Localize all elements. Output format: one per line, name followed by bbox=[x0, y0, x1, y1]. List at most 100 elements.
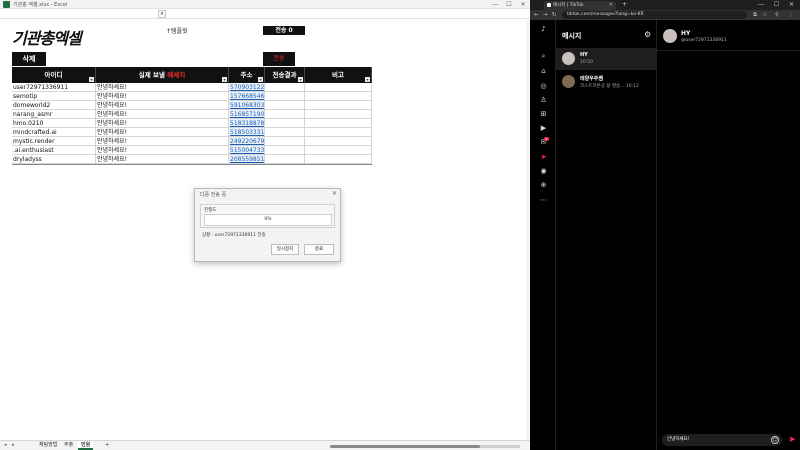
sheet-next-icon[interactable]: ▸ bbox=[12, 441, 15, 450]
url-input[interactable]: tiktok.com/messages?lang=ko-KR bbox=[562, 11, 747, 19]
column-header-message[interactable]: 실제 보낼 메세지 ▾ bbox=[96, 67, 229, 83]
browser-tab[interactable]: 메시지 | TikTok ✕ bbox=[544, 1, 616, 10]
cell-address[interactable]: 51685719042 bbox=[229, 110, 265, 118]
cell-id[interactable]: domeworld2 bbox=[12, 101, 96, 109]
cell-address[interactable]: 57090312208 bbox=[229, 83, 265, 91]
cell-address[interactable]: 24922067990 bbox=[229, 137, 265, 145]
column-header-result[interactable]: 전송결과 ▾ bbox=[265, 67, 305, 83]
cell-result[interactable] bbox=[265, 83, 305, 91]
add-sheet-icon[interactable]: + bbox=[102, 441, 112, 450]
cell-address[interactable]: 51850333189 bbox=[229, 128, 265, 136]
cell-result[interactable] bbox=[265, 110, 305, 118]
minimize-icon[interactable]: — bbox=[758, 0, 764, 10]
sheet-prev-icon[interactable]: ◂ bbox=[4, 441, 7, 450]
bookmark-star-icon[interactable]: ☆ bbox=[762, 11, 768, 18]
menu-icon[interactable]: ⋮ bbox=[788, 11, 794, 18]
gear-icon[interactable]: ⚙ bbox=[644, 30, 651, 39]
cell-id[interactable]: user72971336911 bbox=[12, 83, 96, 91]
friends-icon[interactable]: ⊞ bbox=[539, 110, 548, 119]
filter-dropdown-icon[interactable]: ▾ bbox=[365, 77, 370, 82]
message-input[interactable]: 안녕하세요! ☺ bbox=[662, 434, 782, 446]
cell-message[interactable]: 안녕하세요! bbox=[96, 92, 229, 100]
formula-dropdown-icon[interactable]: ▾ bbox=[158, 10, 166, 18]
cell-message[interactable]: 안녕하세요! bbox=[96, 110, 229, 118]
back-icon[interactable]: ← bbox=[534, 10, 539, 20]
stop-button[interactable]: 종료 bbox=[304, 244, 334, 255]
cell-address[interactable]: 15766854677 bbox=[229, 92, 265, 100]
filter-dropdown-icon[interactable]: ▾ bbox=[222, 77, 227, 82]
cell-note[interactable] bbox=[305, 137, 372, 145]
profile-avatar-icon[interactable]: ⊕ bbox=[539, 181, 548, 190]
cell-result[interactable] bbox=[265, 119, 305, 127]
filter-dropdown-icon[interactable]: ▾ bbox=[89, 77, 94, 82]
cell-address[interactable]: 51500473326 bbox=[229, 146, 265, 154]
cell-note[interactable] bbox=[305, 101, 372, 109]
tiktok-logo-icon[interactable]: ♪ bbox=[539, 25, 548, 34]
cell-id[interactable]: semotip bbox=[12, 92, 96, 100]
cell-result[interactable] bbox=[265, 101, 305, 109]
send-message-icon[interactable]: ➤ bbox=[787, 435, 797, 445]
messages-icon[interactable]: ➤ bbox=[539, 153, 548, 162]
sheet-tab-2[interactable]: 인원 bbox=[78, 441, 94, 450]
minimize-icon[interactable]: — bbox=[488, 0, 502, 9]
cell-address[interactable]: 59106830338 bbox=[229, 101, 265, 109]
chat-avatar[interactable] bbox=[663, 29, 677, 43]
cell-note[interactable] bbox=[305, 146, 372, 154]
cell-id[interactable]: dryladyss bbox=[12, 155, 96, 163]
explore-icon[interactable]: ◎ bbox=[539, 82, 548, 91]
live-icon[interactable]: ▶ bbox=[539, 124, 548, 133]
cell-message[interactable]: 안녕하세요! bbox=[96, 119, 229, 127]
sheet-tab-0[interactable]: 채팅방법 bbox=[36, 441, 60, 450]
following-icon[interactable]: ♙ bbox=[539, 96, 548, 105]
conversation-item[interactable]: HY 10:50 bbox=[556, 48, 656, 70]
cell-id[interactable]: mindcrafted.ai bbox=[12, 128, 96, 136]
send-button[interactable]: 전송 bbox=[263, 52, 295, 66]
new-tab-icon[interactable]: + bbox=[622, 0, 627, 10]
cell-address[interactable]: 20855985172 bbox=[229, 155, 265, 163]
forward-icon[interactable]: → bbox=[543, 10, 548, 20]
pause-button[interactable]: 일시정지 bbox=[271, 244, 299, 255]
cell-address[interactable]: 51831887877 bbox=[229, 119, 265, 127]
filter-dropdown-icon[interactable]: ▾ bbox=[298, 77, 303, 82]
cell-note[interactable] bbox=[305, 92, 372, 100]
sheet-tab-1[interactable]: 주출 bbox=[61, 441, 76, 450]
maximize-icon[interactable]: ☐ bbox=[774, 0, 779, 10]
cell-result[interactable] bbox=[265, 155, 305, 163]
cell-note[interactable] bbox=[305, 110, 372, 118]
close-icon[interactable]: ✕ bbox=[516, 0, 530, 9]
cell-id[interactable]: hmo.0210 bbox=[12, 119, 96, 127]
maximize-icon[interactable]: ☐ bbox=[502, 0, 516, 9]
profile-icon[interactable]: ⚲ bbox=[774, 11, 780, 18]
cell-message[interactable]: 안녕하세요! bbox=[96, 137, 229, 145]
cell-message[interactable]: 안녕하세요! bbox=[96, 128, 229, 136]
column-header-address[interactable]: 주소 ▾ bbox=[229, 67, 265, 83]
more-icon[interactable]: ⋯ bbox=[539, 196, 548, 205]
scrollbar-thumb[interactable] bbox=[330, 445, 480, 448]
cell-result[interactable] bbox=[265, 92, 305, 100]
cell-result[interactable] bbox=[265, 146, 305, 154]
cell-message[interactable]: 안녕하세요! bbox=[96, 101, 229, 109]
cell-result[interactable] bbox=[265, 128, 305, 136]
cell-note[interactable] bbox=[305, 119, 372, 127]
install-app-icon[interactable]: ⧉ bbox=[752, 11, 758, 18]
activity-icon[interactable]: ◉ bbox=[539, 167, 548, 176]
reload-icon[interactable]: ↻ bbox=[552, 10, 557, 20]
close-icon[interactable]: ✕ bbox=[789, 0, 794, 10]
emoji-icon[interactable]: ☺ bbox=[771, 436, 779, 444]
cell-note[interactable] bbox=[305, 83, 372, 91]
column-header-note[interactable]: 비고 ▾ bbox=[305, 67, 372, 83]
formula-bar[interactable]: ▾ bbox=[0, 9, 530, 19]
home-icon[interactable]: ⌂ bbox=[539, 67, 548, 76]
horizontal-scrollbar[interactable] bbox=[330, 445, 520, 448]
column-header-id[interactable]: 아이디 ▾ bbox=[12, 67, 96, 83]
cell-id[interactable]: narang_asmr bbox=[12, 110, 96, 118]
cell-note[interactable] bbox=[305, 155, 372, 163]
cell-result[interactable] bbox=[265, 137, 305, 145]
filter-dropdown-icon[interactable]: ▾ bbox=[258, 77, 263, 82]
cell-id[interactable]: mystic.render bbox=[12, 137, 96, 145]
cell-message[interactable]: 안녕하세요! bbox=[96, 146, 229, 154]
delete-button[interactable]: 삭제 bbox=[12, 52, 46, 66]
cell-note[interactable] bbox=[305, 128, 372, 136]
cell-id[interactable]: .ai.enthusiast bbox=[12, 146, 96, 154]
cell-message[interactable]: 안녕하세요! bbox=[96, 83, 229, 91]
